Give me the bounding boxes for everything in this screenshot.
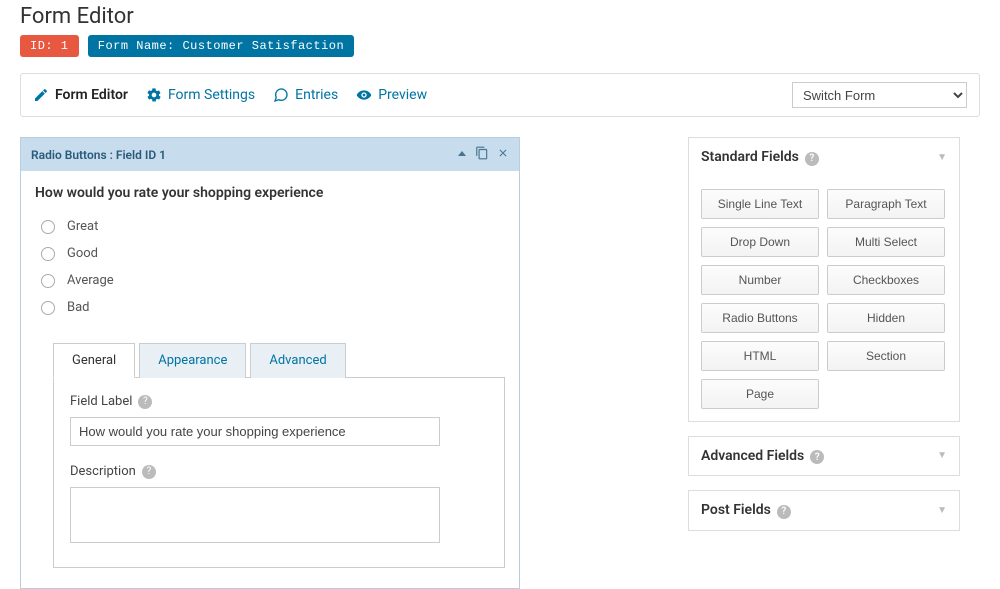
field-btn-radio-buttons[interactable]: Radio Buttons: [701, 303, 819, 333]
field-label-input[interactable]: [70, 417, 440, 446]
pencil-icon: [33, 87, 49, 103]
page-title: Form Editor: [20, 4, 980, 29]
form-toolbar: Form Editor Form Settings Entries Previe…: [20, 73, 980, 117]
field-label-text: Field Label: [70, 394, 132, 409]
help-icon[interactable]: ?: [777, 502, 791, 519]
field-btn-hidden[interactable]: Hidden: [827, 303, 945, 333]
radio-option-label: Average: [67, 273, 114, 288]
collapse-icon[interactable]: [457, 148, 467, 162]
caret-down-icon: ▼: [937, 450, 947, 461]
radio-option-label: Great: [67, 219, 98, 234]
tab-panel-general: Field Label ? Description ?: [53, 377, 505, 568]
preview-link[interactable]: Preview: [356, 87, 427, 103]
standard-fields-panel: Standard Fields ? ▼ Single Line Text Par…: [688, 137, 960, 422]
field-btn-section[interactable]: Section: [827, 341, 945, 371]
form-badges: ID: 1 Form Name: Customer Satisfaction: [20, 35, 980, 57]
help-icon[interactable]: ?: [138, 395, 152, 409]
advanced-fields-panel: Advanced Fields ? ▼: [688, 436, 960, 477]
advanced-fields-header[interactable]: Advanced Fields ? ▼: [689, 437, 959, 476]
radio-option[interactable]: Great: [35, 213, 505, 240]
standard-fields-header[interactable]: Standard Fields ? ▼: [689, 138, 959, 177]
form-settings-label: Form Settings: [168, 87, 255, 103]
field-btn-paragraph-text[interactable]: Paragraph Text: [827, 189, 945, 219]
entries-label: Entries: [295, 87, 338, 103]
help-icon[interactable]: ?: [142, 465, 156, 479]
field-btn-html[interactable]: HTML: [701, 341, 819, 371]
radio-option-label: Good: [67, 246, 98, 261]
post-fields-title: Post Fields: [701, 502, 771, 518]
radio-options-list: Great Good Average Bad: [35, 213, 505, 321]
description-label-text: Description: [70, 464, 136, 479]
delete-icon[interactable]: [497, 147, 509, 162]
standard-fields-title: Standard Fields: [701, 149, 799, 165]
field-editor-box: Radio Buttons : Field ID 1 How would you…: [20, 137, 520, 589]
form-id-badge: ID: 1: [20, 35, 79, 57]
help-icon[interactable]: ?: [810, 448, 824, 465]
field-btn-drop-down[interactable]: Drop Down: [701, 227, 819, 257]
field-btn-number[interactable]: Number: [701, 265, 819, 295]
radio-option[interactable]: Bad: [35, 294, 505, 321]
help-icon[interactable]: ?: [805, 149, 819, 166]
radio-icon: [41, 301, 55, 315]
field-header[interactable]: Radio Buttons : Field ID 1: [21, 138, 519, 171]
tab-advanced[interactable]: Advanced: [250, 343, 345, 378]
field-btn-single-line-text[interactable]: Single Line Text: [701, 189, 819, 219]
speech-bubble-icon: [273, 87, 289, 103]
eye-icon: [356, 87, 372, 103]
radio-option-label: Bad: [67, 300, 90, 315]
description-label: Description ?: [70, 464, 156, 479]
field-btn-checkboxes[interactable]: Checkboxes: [827, 265, 945, 295]
description-textarea[interactable]: [70, 487, 440, 543]
radio-icon: [41, 247, 55, 261]
radio-icon: [41, 274, 55, 288]
radio-option[interactable]: Good: [35, 240, 505, 267]
radio-option[interactable]: Average: [35, 267, 505, 294]
field-btn-multi-select[interactable]: Multi Select: [827, 227, 945, 257]
switch-form-select[interactable]: Switch Form: [792, 82, 967, 108]
form-editor-link[interactable]: Form Editor: [33, 87, 128, 103]
tab-general[interactable]: General: [53, 343, 135, 378]
duplicate-icon[interactable]: [475, 146, 489, 163]
field-label-label: Field Label ?: [70, 394, 152, 409]
entries-link[interactable]: Entries: [273, 87, 338, 103]
field-btn-page[interactable]: Page: [701, 379, 819, 409]
post-fields-panel: Post Fields ? ▼: [688, 490, 960, 531]
advanced-fields-title: Advanced Fields: [701, 448, 804, 464]
tab-appearance[interactable]: Appearance: [139, 343, 246, 378]
post-fields-header[interactable]: Post Fields ? ▼: [689, 491, 959, 530]
field-question: How would you rate your shopping experie…: [35, 185, 505, 201]
form-editor-label: Form Editor: [55, 87, 128, 103]
radio-icon: [41, 220, 55, 234]
preview-label: Preview: [378, 87, 427, 103]
gear-icon: [146, 87, 162, 103]
field-settings-tabs: General Appearance Advanced: [53, 343, 505, 378]
form-name-badge: Form Name: Customer Satisfaction: [88, 35, 354, 57]
field-header-label: Radio Buttons : Field ID 1: [31, 148, 166, 162]
caret-down-icon: ▼: [937, 152, 947, 163]
caret-down-icon: ▼: [937, 505, 947, 516]
form-settings-link[interactable]: Form Settings: [146, 87, 255, 103]
standard-fields-grid: Single Line Text Paragraph Text Drop Dow…: [701, 189, 947, 409]
